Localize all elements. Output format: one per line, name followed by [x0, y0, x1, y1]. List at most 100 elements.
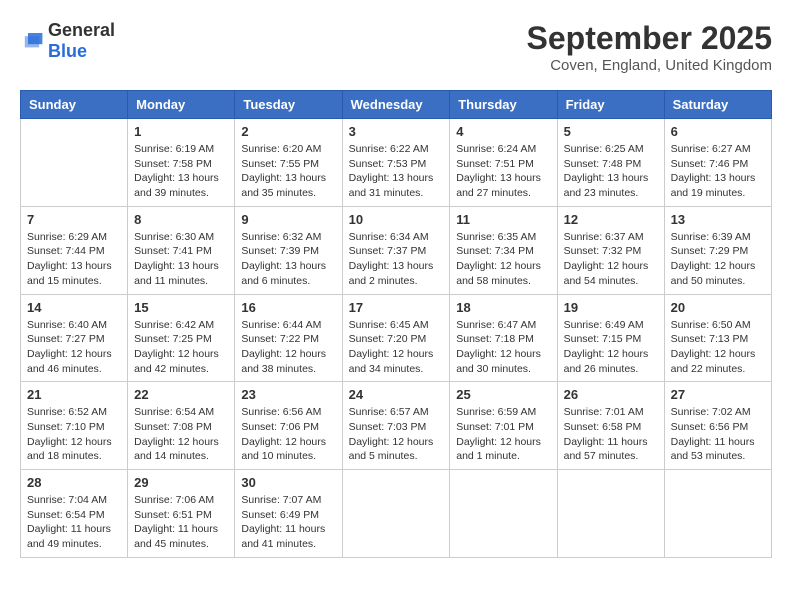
calendar-header-row: Sunday Monday Tuesday Wednesday Thursday… — [21, 91, 772, 119]
calendar-cell: 7 Sunrise: 6:29 AMSunset: 7:44 PMDaylight… — [21, 206, 128, 294]
cell-info: Sunrise: 6:39 AMSunset: 7:29 PMDaylight:… — [671, 230, 765, 289]
calendar-cell — [557, 470, 664, 558]
page-header: General Blue September 2025 Coven, Engla… — [20, 20, 772, 74]
day-number: 7 — [27, 212, 121, 227]
calendar-cell: 28Sunrise: 7:04 AMSunset: 6:54 PMDayligh… — [21, 470, 128, 558]
calendar-cell: 2 Sunrise: 6:20 AMSunset: 7:55 PMDaylight… — [235, 119, 342, 207]
cell-info: Sunrise: 6:57 AMSunset: 7:03 PMDaylight:… — [349, 405, 444, 464]
logo: General Blue — [20, 20, 115, 62]
cell-info: Sunrise: 6:44 AMSunset: 7:22 PMDaylight:… — [241, 318, 335, 377]
calendar-cell: 29 Sunrise: 7:06 AMSunset: 6:51 PMDayligh… — [128, 470, 235, 558]
calendar-cell — [342, 470, 450, 558]
col-wednesday: Wednesday — [342, 91, 450, 119]
generalblue-logo-icon — [20, 31, 44, 51]
cell-info: Sunrise: 6:54 AMSunset: 7:08 PMDaylight:… — [134, 405, 228, 464]
calendar-cell: 3 Sunrise: 6:22 AMSunset: 7:53 PMDaylight… — [342, 119, 450, 207]
day-number: 13 — [671, 212, 765, 227]
day-number: 3 — [349, 124, 444, 139]
calendar-cell — [664, 470, 771, 558]
calendar-cell: 8 Sunrise: 6:30 AMSunset: 7:41 PMDaylight… — [128, 206, 235, 294]
cell-info: Sunrise: 6:19 AMSunset: 7:58 PMDaylight:… — [134, 142, 228, 201]
logo-general-text: General — [48, 20, 115, 40]
cell-info: Sunrise: 6:49 AMSunset: 7:15 PMDaylight:… — [564, 318, 658, 377]
calendar-cell: 22 Sunrise: 6:54 AMSunset: 7:08 PMDayligh… — [128, 382, 235, 470]
cell-info: Sunrise: 6:20 AMSunset: 7:55 PMDaylight:… — [241, 142, 335, 201]
calendar-cell — [450, 470, 557, 558]
day-number: 30 — [241, 475, 335, 490]
cell-info: Sunrise: 6:42 AMSunset: 7:25 PMDaylight:… — [134, 318, 228, 377]
day-number: 18 — [456, 300, 550, 315]
calendar-cell: 27Sunrise: 7:02 AMSunset: 6:56 PMDayligh… — [664, 382, 771, 470]
day-number: 27 — [671, 387, 765, 402]
month-title: September 2025 — [527, 20, 772, 57]
day-number: 23 — [241, 387, 335, 402]
cell-info: Sunrise: 7:07 AMSunset: 6:49 PMDaylight:… — [241, 493, 335, 552]
day-number: 25 — [456, 387, 550, 402]
cell-info: Sunrise: 6:35 AMSunset: 7:34 PMDaylight:… — [456, 230, 550, 289]
day-number: 11 — [456, 212, 550, 227]
calendar-cell: 18 Sunrise: 6:47 AMSunset: 7:18 PMDayligh… — [450, 294, 557, 382]
location: Coven, England, United Kingdom — [527, 57, 772, 74]
cell-info: Sunrise: 6:56 AMSunset: 7:06 PMDaylight:… — [241, 405, 335, 464]
cell-info: Sunrise: 6:47 AMSunset: 7:18 PMDaylight:… — [456, 318, 550, 377]
calendar-cell: 19 Sunrise: 6:49 AMSunset: 7:15 PMDayligh… — [557, 294, 664, 382]
calendar-cell: 26Sunrise: 7:01 AMSunset: 6:58 PMDayligh… — [557, 382, 664, 470]
day-number: 4 — [456, 124, 550, 139]
cell-info: Sunrise: 6:30 AMSunset: 7:41 PMDaylight:… — [134, 230, 228, 289]
week-row-1: 1 Sunrise: 6:19 AMSunset: 7:58 PMDaylight… — [21, 119, 772, 207]
col-friday: Friday — [557, 91, 664, 119]
col-saturday: Saturday — [664, 91, 771, 119]
col-tuesday: Tuesday — [235, 91, 342, 119]
day-number: 9 — [241, 212, 335, 227]
day-number: 21 — [27, 387, 121, 402]
week-row-5: 28Sunrise: 7:04 AMSunset: 6:54 PMDayligh… — [21, 470, 772, 558]
title-block: September 2025 Coven, England, United Ki… — [527, 20, 772, 74]
col-thursday: Thursday — [450, 91, 557, 119]
calendar-cell: 16Sunrise: 6:44 AMSunset: 7:22 PMDayligh… — [235, 294, 342, 382]
calendar-cell — [21, 119, 128, 207]
cell-info: Sunrise: 6:45 AMSunset: 7:20 PMDaylight:… — [349, 318, 444, 377]
calendar-cell: 24 Sunrise: 6:57 AMSunset: 7:03 PMDayligh… — [342, 382, 450, 470]
calendar-cell: 14Sunrise: 6:40 AMSunset: 7:27 PMDayligh… — [21, 294, 128, 382]
cell-info: Sunrise: 6:59 AMSunset: 7:01 PMDaylight:… — [456, 405, 550, 464]
calendar-cell: 1 Sunrise: 6:19 AMSunset: 7:58 PMDaylight… — [128, 119, 235, 207]
calendar-cell: 4 Sunrise: 6:24 AMSunset: 7:51 PMDaylight… — [450, 119, 557, 207]
day-number: 19 — [564, 300, 658, 315]
day-number: 15 — [134, 300, 228, 315]
calendar-cell: 5Sunrise: 6:25 AMSunset: 7:48 PMDaylight… — [557, 119, 664, 207]
day-number: 29 — [134, 475, 228, 490]
calendar-cell: 23 Sunrise: 6:56 AMSunset: 7:06 PMDayligh… — [235, 382, 342, 470]
logo-blue-text: Blue — [48, 41, 87, 61]
cell-info: Sunrise: 7:01 AMSunset: 6:58 PMDaylight:… — [564, 405, 658, 464]
calendar-cell: 11 Sunrise: 6:35 AMSunset: 7:34 PMDayligh… — [450, 206, 557, 294]
calendar-table: Sunday Monday Tuesday Wednesday Thursday… — [20, 90, 772, 558]
day-number: 6 — [671, 124, 765, 139]
cell-info: Sunrise: 6:25 AMSunset: 7:48 PMDaylight:… — [564, 142, 658, 201]
cell-info: Sunrise: 6:37 AMSunset: 7:32 PMDaylight:… — [564, 230, 658, 289]
cell-info: Sunrise: 6:40 AMSunset: 7:27 PMDaylight:… — [27, 318, 121, 377]
calendar-cell: 6Sunrise: 6:27 AMSunset: 7:46 PMDaylight… — [664, 119, 771, 207]
cell-info: Sunrise: 6:32 AMSunset: 7:39 PMDaylight:… — [241, 230, 335, 289]
week-row-3: 14Sunrise: 6:40 AMSunset: 7:27 PMDayligh… — [21, 294, 772, 382]
calendar-cell: 12 Sunrise: 6:37 AMSunset: 7:32 PMDayligh… — [557, 206, 664, 294]
calendar-cell: 21Sunrise: 6:52 AMSunset: 7:10 PMDayligh… — [21, 382, 128, 470]
cell-info: Sunrise: 6:34 AMSunset: 7:37 PMDaylight:… — [349, 230, 444, 289]
day-number: 17 — [349, 300, 444, 315]
calendar-cell: 10Sunrise: 6:34 AMSunset: 7:37 PMDayligh… — [342, 206, 450, 294]
cell-info: Sunrise: 7:06 AMSunset: 6:51 PMDaylight:… — [134, 493, 228, 552]
day-number: 22 — [134, 387, 228, 402]
calendar-cell: 9 Sunrise: 6:32 AMSunset: 7:39 PMDaylight… — [235, 206, 342, 294]
cell-info: Sunrise: 6:50 AMSunset: 7:13 PMDaylight:… — [671, 318, 765, 377]
cell-info: Sunrise: 6:24 AMSunset: 7:51 PMDaylight:… — [456, 142, 550, 201]
day-number: 24 — [349, 387, 444, 402]
col-monday: Monday — [128, 91, 235, 119]
calendar-cell: 25 Sunrise: 6:59 AMSunset: 7:01 PMDayligh… — [450, 382, 557, 470]
week-row-2: 7 Sunrise: 6:29 AMSunset: 7:44 PMDaylight… — [21, 206, 772, 294]
cell-info: Sunrise: 6:29 AMSunset: 7:44 PMDaylight:… — [27, 230, 121, 289]
day-number: 12 — [564, 212, 658, 227]
day-number: 1 — [134, 124, 228, 139]
calendar-cell: 17 Sunrise: 6:45 AMSunset: 7:20 PMDayligh… — [342, 294, 450, 382]
day-number: 8 — [134, 212, 228, 227]
day-number: 2 — [241, 124, 335, 139]
cell-info: Sunrise: 6:22 AMSunset: 7:53 PMDaylight:… — [349, 142, 444, 201]
